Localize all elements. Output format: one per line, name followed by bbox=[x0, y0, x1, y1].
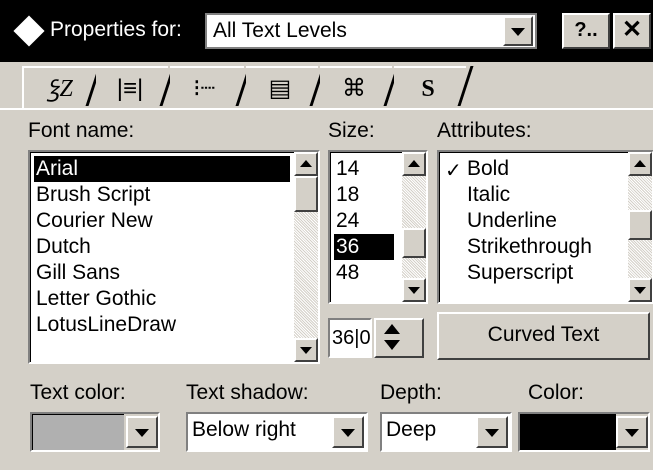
text-color-swatch bbox=[32, 414, 124, 450]
curved-text-button[interactable]: Curved Text bbox=[437, 312, 650, 360]
list-item[interactable]: Italic bbox=[465, 182, 512, 208]
text-color-picker[interactable] bbox=[30, 412, 160, 452]
color-picker[interactable] bbox=[518, 412, 650, 452]
tab-alignment[interactable]: |≡| bbox=[96, 66, 168, 108]
chevron-down-icon[interactable] bbox=[616, 416, 648, 448]
attributes-label: Attributes: bbox=[437, 119, 532, 142]
list-item[interactable]: LotusLineDraw bbox=[34, 312, 178, 338]
color-label: Color: bbox=[528, 381, 585, 404]
attributes-listbox[interactable]: ✓ Bold Italic Underline Strikethrough Su… bbox=[437, 150, 653, 304]
depth-label: Depth: bbox=[380, 381, 442, 404]
font-name-scrollbar[interactable] bbox=[294, 152, 318, 362]
list-item[interactable]: 14 bbox=[334, 156, 361, 182]
font-name-listbox[interactable]: Arial Brush Script Courier New Dutch Gil… bbox=[28, 150, 320, 364]
properties-for-value: All Text Levels bbox=[213, 19, 347, 42]
properties-for-dropdown[interactable]: All Text Levels bbox=[205, 13, 537, 49]
depth-dropdown[interactable]: Deep bbox=[380, 412, 512, 452]
scroll-down-icon[interactable] bbox=[628, 278, 652, 302]
text-shadow-dropdown[interactable]: Below right bbox=[186, 412, 368, 452]
list-item[interactable]: Superscript bbox=[465, 260, 575, 286]
scroll-up-icon[interactable] bbox=[628, 152, 652, 176]
color-swatch bbox=[520, 414, 616, 450]
list-item[interactable]: 48 bbox=[334, 260, 361, 286]
diamond-icon bbox=[13, 15, 45, 47]
tab-style[interactable]: S bbox=[394, 66, 466, 108]
style-icon: S bbox=[421, 76, 435, 102]
list-item[interactable]: 24 bbox=[334, 208, 361, 234]
chevron-down-icon[interactable] bbox=[332, 416, 364, 448]
size-listbox[interactable]: 14 18 24 36 48 bbox=[328, 150, 428, 304]
effects-icon: ⌘ bbox=[342, 75, 366, 102]
size-spinner-input[interactable]: 36|0 bbox=[328, 318, 372, 358]
list-item[interactable]: Bold bbox=[465, 156, 511, 182]
list-item[interactable]: Strikethrough bbox=[465, 234, 594, 260]
tab-effects[interactable]: ⌘ bbox=[320, 66, 392, 108]
scroll-down-icon[interactable] bbox=[294, 338, 318, 362]
list-item[interactable]: 18 bbox=[334, 182, 361, 208]
frame-icon: ▤ bbox=[268, 75, 292, 102]
tab-frame[interactable]: ▤ bbox=[246, 66, 318, 108]
chevron-down-icon[interactable] bbox=[476, 416, 508, 448]
text-color-label: Text color: bbox=[30, 381, 126, 404]
font-name-label: Font name: bbox=[28, 119, 135, 142]
tab-bullets[interactable]: ⁝┈ bbox=[170, 66, 244, 108]
chevron-down-icon[interactable] bbox=[126, 416, 158, 448]
scroll-down-icon[interactable] bbox=[402, 278, 426, 302]
text-shadow-value: Below right bbox=[192, 418, 296, 441]
list-item[interactable]: Gill Sans bbox=[34, 260, 122, 286]
properties-for-label: Properties for: bbox=[50, 18, 182, 41]
text-shadow-label: Text shadow: bbox=[186, 381, 309, 404]
list-item[interactable]: Arial bbox=[34, 156, 290, 182]
checkmark-icon: ✓ bbox=[445, 160, 462, 182]
scroll-thumb[interactable] bbox=[628, 210, 652, 240]
tab-font[interactable]: ꝣZ bbox=[22, 66, 96, 108]
scroll-up-icon[interactable] bbox=[402, 152, 426, 176]
bullet-icon: ⁝┈ bbox=[192, 75, 216, 102]
size-label: Size: bbox=[328, 119, 375, 142]
depth-value: Deep bbox=[386, 418, 437, 441]
list-item[interactable]: 36 bbox=[334, 234, 394, 260]
attributes-scrollbar[interactable] bbox=[628, 152, 652, 302]
list-item[interactable]: Underline bbox=[465, 208, 559, 234]
scroll-thumb[interactable] bbox=[402, 228, 426, 258]
scroll-up-icon[interactable] bbox=[294, 152, 318, 176]
font-icon: ꝣZ bbox=[47, 76, 73, 102]
alignment-icon: |≡| bbox=[116, 75, 144, 102]
title-bar: Properties for: All Text Levels ?.. ✕ bbox=[0, 0, 653, 62]
list-item[interactable]: Letter Gothic bbox=[34, 286, 158, 312]
chevron-down-icon[interactable] bbox=[503, 16, 533, 46]
size-scrollbar[interactable] bbox=[402, 152, 426, 302]
tab-strip: ꝣZ |≡| ⁝┈ ▤ ⌘ S bbox=[0, 62, 653, 110]
spinner-arrows-icon[interactable] bbox=[374, 318, 424, 358]
list-item[interactable]: Dutch bbox=[34, 234, 93, 260]
list-item[interactable]: Brush Script bbox=[34, 182, 152, 208]
help-button[interactable]: ?.. bbox=[562, 13, 610, 49]
list-item[interactable]: Courier New bbox=[34, 208, 155, 234]
size-spinner-value: 36|0 bbox=[332, 327, 371, 349]
close-button[interactable]: ✕ bbox=[613, 13, 651, 49]
scroll-thumb[interactable] bbox=[294, 176, 318, 212]
